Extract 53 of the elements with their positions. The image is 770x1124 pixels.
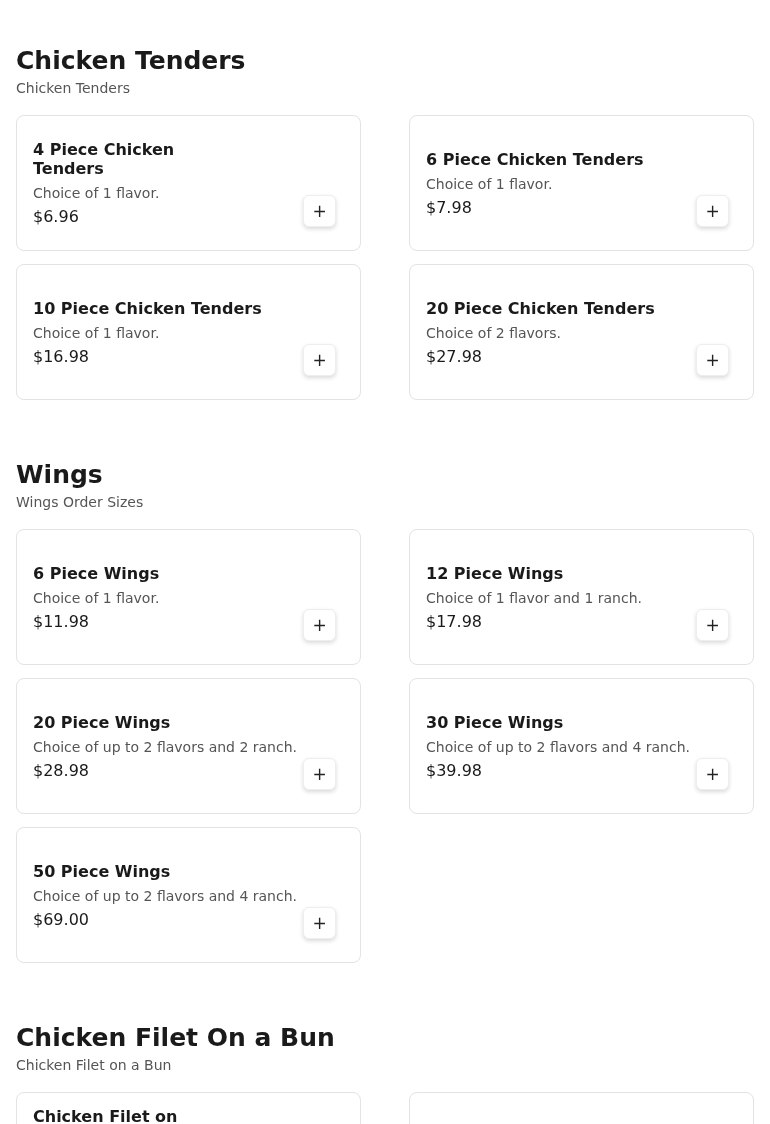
item-price: $39.98 xyxy=(426,760,483,780)
section-title: Chicken Filet On a Bun xyxy=(16,1022,336,1054)
add-button[interactable]: + xyxy=(696,758,729,790)
add-button[interactable]: + xyxy=(303,609,336,641)
item-name: 30 Piece Wings xyxy=(426,712,565,732)
menu-item-card[interactable]: 20 Piece Chicken Tenders Choice of 2 flavors. $27.98 + xyxy=(409,264,754,400)
item-name: Chicken Filet on xyxy=(33,1107,178,1124)
item-price: $28.98 xyxy=(33,760,90,780)
item-description: Choice of up to 2 flavors and 4 ranch. xyxy=(33,887,297,904)
menu-item-card[interactable]: Chicken Filet on xyxy=(16,1092,361,1124)
item-price: $27.98 xyxy=(426,346,483,366)
menu-item-card[interactable]: 50 Piece Wings Choice of up to 2 flavors and 4 ranch. $69.00 + xyxy=(16,827,361,963)
item-description: Choice of 1 flavor. xyxy=(33,589,160,606)
add-button[interactable]: + xyxy=(696,344,729,376)
item-price: $17.98 xyxy=(426,611,483,631)
item-price: $11.98 xyxy=(33,611,90,631)
menu-item-card[interactable]: 30 Piece Wings Choice of up to 2 flavors and 4 ranch. $39.98 + xyxy=(409,678,754,814)
item-name: 6 Piece Wings xyxy=(33,563,160,583)
item-name: 50 Piece Wings xyxy=(33,861,172,881)
item-name: 12 Piece Wings xyxy=(426,563,565,583)
add-button[interactable]: + xyxy=(303,758,336,790)
item-name: 4 Piece Chicken Tenders xyxy=(33,140,175,178)
item-description: Choice of up to 2 flavors and 2 ranch. xyxy=(33,738,297,755)
item-name: 10 Piece Chicken Tenders xyxy=(33,298,262,318)
item-price: $69.00 xyxy=(33,909,90,929)
section-title: Wings xyxy=(16,459,104,491)
section-subtitle: Wings Order Sizes xyxy=(16,494,145,510)
menu-item-card[interactable]: 6 Piece Wings Choice of 1 flavor. $11.98 + xyxy=(16,529,361,665)
item-price: $6.96 xyxy=(33,207,80,226)
add-button[interactable]: + xyxy=(303,344,336,376)
add-button[interactable]: + xyxy=(696,195,729,227)
item-description: Choice of 1 flavor and 1 ranch. xyxy=(426,589,642,606)
add-button[interactable]: + xyxy=(303,907,336,939)
section-title: Chicken Tenders xyxy=(16,45,247,77)
add-button[interactable]: + xyxy=(303,195,336,227)
item-description: Choice of 2 flavors. xyxy=(426,324,562,341)
menu-item-card[interactable]: 6 Piece Chicken Tenders Choice of 1 flavor. $7.98 + xyxy=(409,115,754,251)
item-name: 20 Piece Chicken Tenders xyxy=(426,298,655,318)
menu-item-card[interactable]: 10 Piece Chicken Tenders Choice of 1 flavor. $16.98 + xyxy=(16,264,361,400)
section-subtitle: Chicken Filet on a Bun xyxy=(16,1057,173,1073)
item-name: 6 Piece Chicken Tenders xyxy=(426,149,644,169)
item-price: $16.98 xyxy=(33,346,90,366)
menu-item-card[interactable]: 4 Piece Chicken Tenders Choice of 1 flavor. $6.96 + xyxy=(16,115,361,251)
item-description: Choice of 1 flavor. xyxy=(33,185,161,201)
menu-item-card[interactable]: 20 Piece Wings Choice of up to 2 flavors and 2 ranch. $28.98 + xyxy=(16,678,361,814)
add-button[interactable]: + xyxy=(696,609,729,641)
menu-item-card[interactable]: 12 Piece Wings Choice of 1 flavor and 1 ranch. $17.98 + xyxy=(409,529,754,665)
section-subtitle: Chicken Tenders xyxy=(16,80,131,96)
item-description: Choice of 1 flavor. xyxy=(426,175,554,192)
item-description: Choice of 1 flavor. xyxy=(33,324,161,341)
item-name: 20 Piece Wings xyxy=(33,712,172,732)
item-description: Choice of up to 2 flavors and 4 ranch. xyxy=(426,738,690,755)
item-price: $7.98 xyxy=(426,197,473,217)
